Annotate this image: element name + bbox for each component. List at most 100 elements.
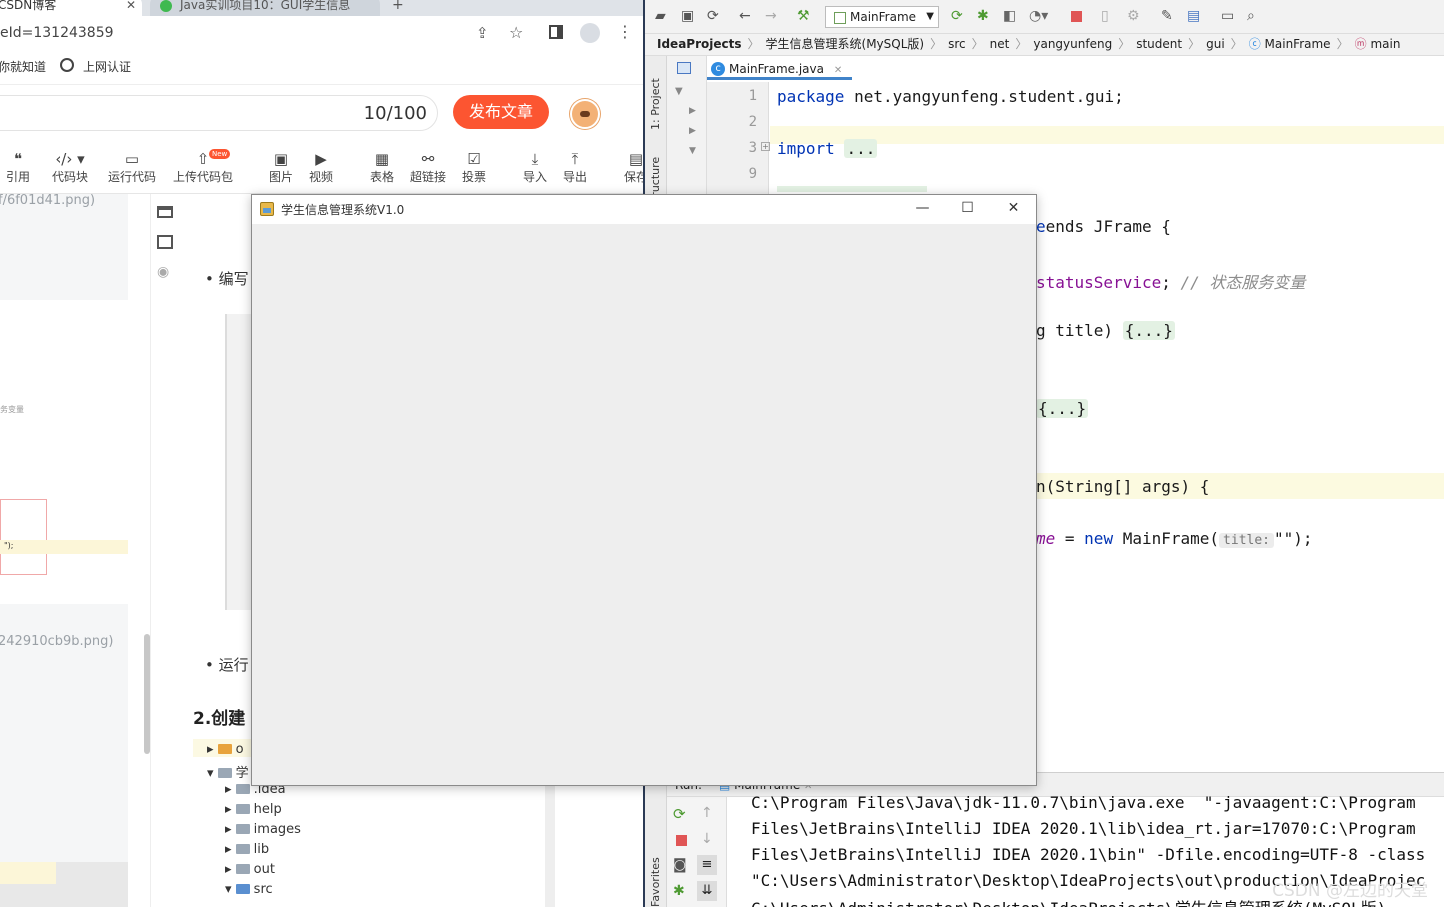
line-number: 9: [748, 166, 757, 182]
fold-toggle-icon[interactable]: +: [761, 142, 770, 151]
expand-arrow-icon[interactable]: ▶: [689, 126, 696, 136]
share-icon[interactable]: ⇪: [476, 24, 489, 42]
profile-icon[interactable]: [580, 23, 600, 43]
open-folder-icon[interactable]: ▰: [655, 8, 666, 24]
expand-arrow-icon[interactable]: ▶: [689, 106, 696, 116]
breadcrumb-item[interactable]: IdeaProjects: [657, 37, 742, 51]
toolbar-run-code[interactable]: ▭ 运行代码: [106, 150, 158, 185]
watermark: CSDN @左边的天堂: [1272, 881, 1428, 901]
toolbar-export[interactable]: ⤒ 导出: [561, 150, 589, 185]
console-line: Files\JetBrains\IntelliJ IDEA 2020.1\bin…: [751, 845, 1426, 864]
rerun-icon[interactable]: ⟳: [673, 805, 686, 823]
run-toolbar: ⟳ ↑ ↓ ◙ ≡ ✱ ⇊: [667, 797, 727, 907]
scroll-down-icon[interactable]: ↓: [701, 831, 713, 847]
window-title-bar[interactable]: 学生信息管理系统V1.0 — ☐ ✕: [252, 195, 1036, 224]
console-line: Files\JetBrains\IntelliJ IDEA 2020.1\lib…: [751, 819, 1416, 838]
rerun-icon[interactable]: ⟳: [951, 8, 963, 24]
student-management-window[interactable]: 学生信息管理系统V1.0 — ☐ ✕: [251, 194, 1037, 786]
toolbar-image[interactable]: ▣ 图片: [267, 150, 295, 185]
sidebar-toggle-icon[interactable]: [549, 25, 563, 39]
breadcrumb-item[interactable]: net: [990, 37, 1010, 51]
close-button[interactable]: ✕: [991, 195, 1036, 224]
debug-icon[interactable]: ✱: [673, 883, 685, 899]
build-icon[interactable]: ⚒: [797, 8, 810, 24]
favorites-tool-tab[interactable]: Favorites: [649, 857, 662, 907]
folder-icon: [235, 804, 250, 814]
folder-icon: [235, 864, 250, 874]
markdown-source-pane[interactable]: f/6f01d41.png) 务变量 "); 242910cb9b.png): [0, 193, 128, 907]
url-text[interactable]: eId=131243859: [0, 25, 114, 41]
panel-icon: [677, 62, 691, 74]
terminal-icon[interactable]: ▭: [1221, 8, 1234, 24]
stop-icon[interactable]: [1071, 11, 1082, 22]
profile-run-icon[interactable]: ◔▾: [1029, 8, 1048, 24]
video-icon: ▶: [315, 150, 327, 168]
soft-wrap-icon[interactable]: ≡: [697, 855, 717, 875]
vote-icon: ☑: [467, 150, 481, 168]
scroll-up-icon[interactable]: ↑: [701, 805, 713, 821]
eye-icon[interactable]: ◉: [157, 264, 169, 280]
attach-icon[interactable]: ▯: [1101, 8, 1109, 24]
breadcrumb-item[interactable]: yangyunfeng: [1033, 37, 1112, 51]
maximize-button[interactable]: ☐: [945, 195, 990, 224]
new-tab-icon[interactable]: +: [392, 0, 404, 13]
publish-button[interactable]: 发布文章: [453, 95, 549, 129]
bookmark-item[interactable]: 你就知道: [0, 58, 46, 75]
project-structure-icon[interactable]: ▤: [1187, 8, 1200, 24]
split-view-icon[interactable]: [157, 235, 173, 249]
toolbar-quote[interactable]: ❝ 引用: [5, 150, 31, 185]
minimize-button[interactable]: —: [900, 195, 945, 224]
avatar[interactable]: [570, 99, 600, 129]
expand-arrow-icon[interactable]: ▼: [689, 146, 696, 156]
article-title-input[interactable]: 10/100: [0, 95, 438, 131]
vcs-icon[interactable]: ⚙: [1127, 8, 1140, 24]
breadcrumb-item[interactable]: main: [1370, 37, 1400, 51]
breadcrumb-item[interactable]: gui: [1206, 37, 1225, 51]
toolbar-link[interactable]: ⚯ 超链接: [409, 150, 447, 185]
window-content: [252, 224, 1036, 785]
breadcrumb-item[interactable]: MainFrame: [1265, 37, 1331, 51]
code-block-icon: ‹/› ▾: [55, 150, 85, 168]
code-fragment: eends JFrame {: [1036, 217, 1171, 236]
folded-imports[interactable]: ...: [844, 139, 878, 158]
toolbar-table[interactable]: ▦ 表格: [368, 150, 396, 185]
toolbar-import[interactable]: ⤓ 导入: [521, 150, 549, 185]
menu-dots-icon[interactable]: ⋮: [617, 22, 633, 41]
debug-icon[interactable]: ✱: [977, 8, 989, 24]
scroll-to-end-icon[interactable]: ⇊: [697, 881, 717, 901]
coverage-icon[interactable]: ◧: [1003, 8, 1016, 24]
image-text: 务变量: [0, 405, 24, 414]
breadcrumb-item[interactable]: student: [1136, 37, 1182, 51]
import-icon: ⤓: [531, 150, 539, 168]
toolbar-code-block[interactable]: ‹/› ▾ 代码块: [50, 150, 90, 185]
breadcrumb-item[interactable]: src: [948, 37, 966, 51]
breadcrumb-item[interactable]: 学生信息管理系统(MySQL版): [766, 37, 925, 51]
toolbar-video[interactable]: ▶ 视频: [307, 150, 335, 185]
close-tab-icon[interactable]: ✕: [126, 0, 136, 14]
bookmark-item[interactable]: 上网认证: [83, 58, 131, 75]
class-icon: ⓒ: [1248, 37, 1261, 51]
run-code-icon: ▭: [124, 150, 140, 168]
star-icon[interactable]: ☆: [509, 23, 523, 42]
save-all-icon[interactable]: ▣: [681, 8, 694, 24]
layout-icon[interactable]: [157, 206, 173, 218]
stop-icon[interactable]: [676, 835, 687, 846]
collapse-icon[interactable]: ▼: [675, 86, 683, 97]
address-bar[interactable]: eId=131243859 ⇪ ☆ ⋮: [0, 16, 643, 52]
toolbar-save[interactable]: ▤ 保存: [622, 150, 643, 185]
back-icon[interactable]: ←: [739, 8, 751, 24]
close-icon[interactable]: ✕: [834, 65, 842, 76]
sync-icon[interactable]: ⟳: [707, 8, 719, 24]
wrench-icon[interactable]: ✎: [1161, 8, 1173, 24]
browser-tab[interactable]: Java实训项目10：GUI学生信息: [150, 0, 380, 16]
project-tool-tab[interactable]: 1: Project: [649, 78, 662, 130]
tab-favicon-icon: [160, 0, 172, 12]
folded-region: [777, 186, 927, 192]
camera-icon[interactable]: ◙: [673, 857, 687, 873]
browser-tab[interactable]: CSDN博客 ✕: [0, 0, 142, 16]
run-config-select[interactable]: MainFrame ▼: [825, 6, 939, 28]
search-icon[interactable]: ⌕: [1247, 8, 1255, 24]
forward-icon[interactable]: →: [765, 8, 777, 24]
tab-mainframe-java[interactable]: MainFrame.java ✕: [707, 58, 853, 80]
toolbar-vote[interactable]: ☑ 投票: [460, 150, 488, 185]
